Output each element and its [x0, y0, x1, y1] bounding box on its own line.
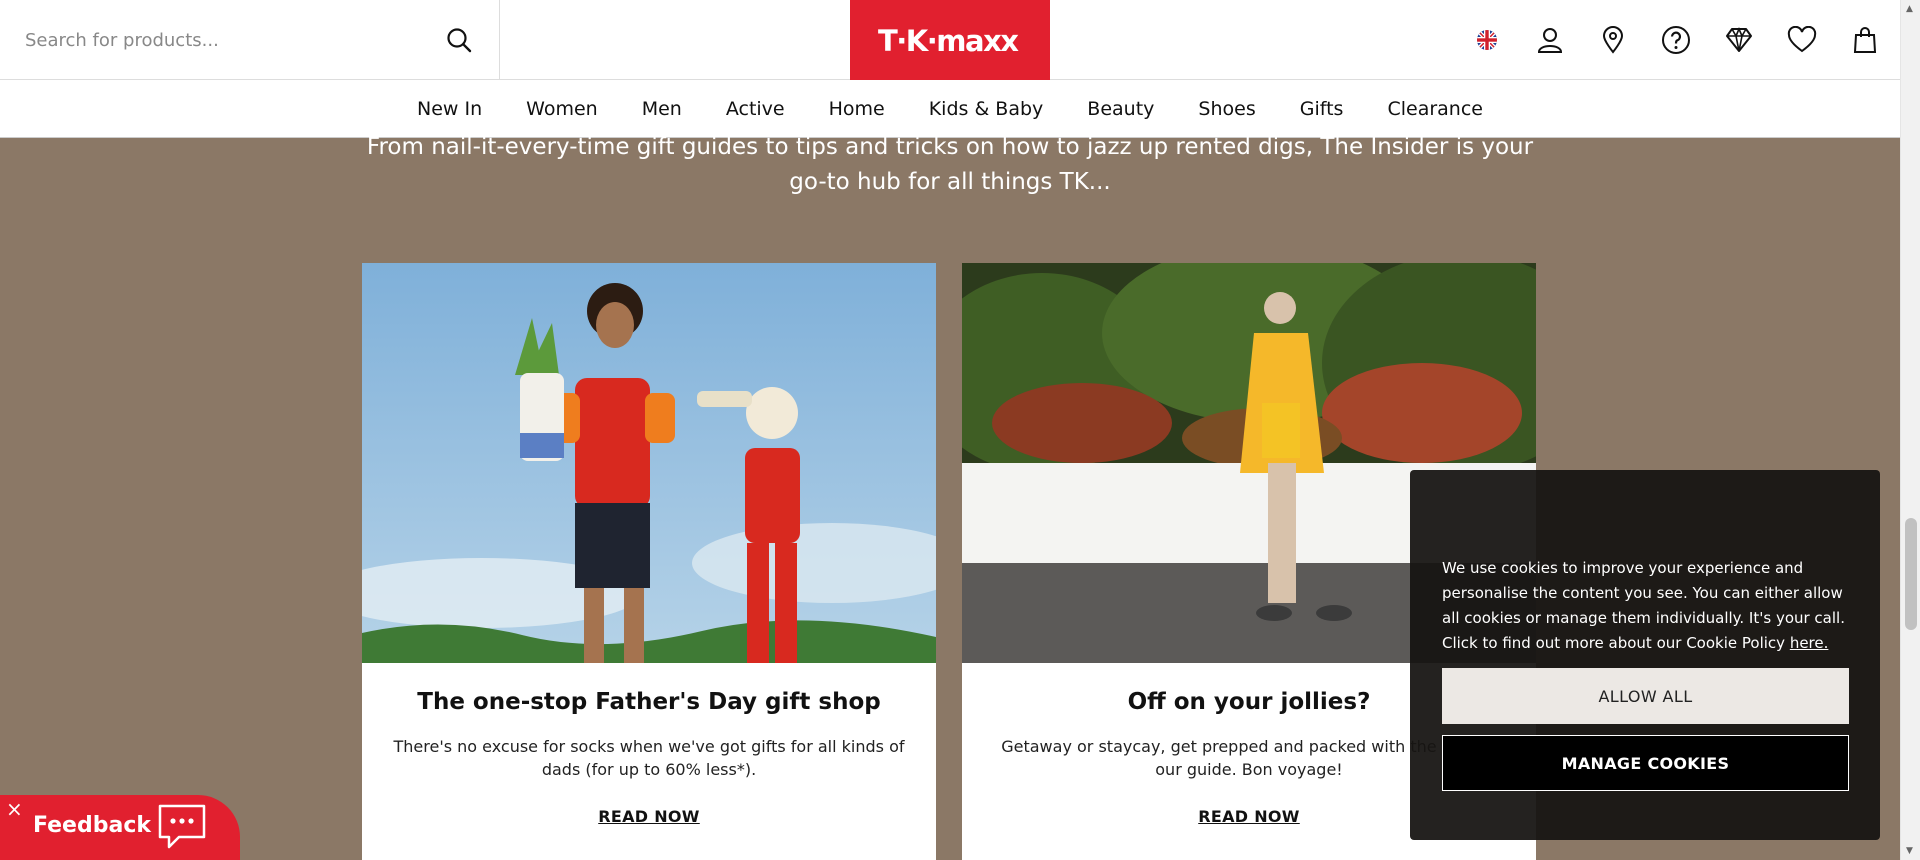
nav-item-kids-baby[interactable]: Kids & Baby — [929, 98, 1044, 120]
site-header: T·K·maxx — [0, 0, 1900, 80]
search-bar — [0, 0, 500, 80]
tk-maxx-logo-icon: T·K·maxx — [878, 24, 1021, 58]
nav-item-shoes[interactable]: Shoes — [1198, 98, 1255, 120]
tk-maxx-logo[interactable]: T·K·maxx — [850, 0, 1050, 80]
header-icons — [1439, 0, 1900, 80]
store-locator-icon[interactable] — [1598, 25, 1628, 55]
read-now-link[interactable]: READ NOW — [1198, 807, 1300, 826]
nav-item-clearance[interactable]: Clearance — [1387, 98, 1483, 120]
scroll-up-arrow-icon[interactable]: ▲ — [1906, 4, 1913, 14]
close-icon[interactable]: × — [6, 799, 23, 819]
search-input[interactable] — [25, 29, 445, 51]
feedback-label[interactable]: Feedback — [33, 813, 151, 838]
feedback-tab[interactable]: × Feedback — [0, 795, 240, 860]
nav-item-gifts[interactable]: Gifts — [1300, 98, 1344, 120]
article-title: The one-stop Father's Day gift shop — [417, 689, 881, 715]
cookie-message: We use cookies to improve your experienc… — [1442, 556, 1860, 656]
scrollbar-thumb[interactable] — [1905, 518, 1917, 630]
read-now-link[interactable]: READ NOW — [598, 807, 700, 826]
manage-cookies-button[interactable]: MANAGE COOKIES — [1442, 735, 1849, 791]
scroll-down-arrow-icon[interactable]: ▼ — [1906, 846, 1913, 856]
article-card-fathers-day[interactable]: The one-stop Father's Day gift shop Ther… — [362, 263, 936, 860]
nav-item-new-in[interactable]: New In — [417, 98, 482, 120]
nav-item-home[interactable]: Home — [829, 98, 885, 120]
cookie-message-text: We use cookies to improve your experienc… — [1442, 559, 1845, 652]
speech-bubble-icon — [157, 803, 207, 851]
help-icon[interactable] — [1661, 25, 1691, 55]
account-icon[interactable] — [1535, 25, 1565, 55]
nav-item-beauty[interactable]: Beauty — [1087, 98, 1154, 120]
wishlist-icon[interactable] — [1787, 25, 1817, 55]
page-scrollbar[interactable]: ▲ ▼ — [1900, 0, 1920, 860]
bag-icon[interactable] — [1850, 25, 1880, 55]
allow-all-button[interactable]: ALLOW ALL — [1442, 668, 1849, 724]
svg-text:T·K·maxx: T·K·maxx — [878, 24, 1019, 58]
nav-item-women[interactable]: Women — [526, 98, 598, 120]
nav-item-men[interactable]: Men — [642, 98, 682, 120]
nav-item-active[interactable]: Active — [726, 98, 785, 120]
article-description: There's no excuse for socks when we've g… — [393, 737, 905, 779]
uk-flag-icon[interactable] — [1472, 25, 1502, 55]
article-image-fathers-day — [362, 263, 936, 663]
insider-intro-text: From nail-it-every-time gift guides to t… — [366, 134, 1534, 195]
cookie-consent-dialog: We use cookies to improve your experienc… — [1410, 470, 1880, 840]
article-body-fathers-day: The one-stop Father's Day gift shop Ther… — [362, 689, 936, 826]
gold-label-icon[interactable] — [1724, 25, 1754, 55]
cookie-policy-link[interactable]: here. — [1790, 634, 1829, 652]
search-icon[interactable] — [445, 26, 473, 54]
